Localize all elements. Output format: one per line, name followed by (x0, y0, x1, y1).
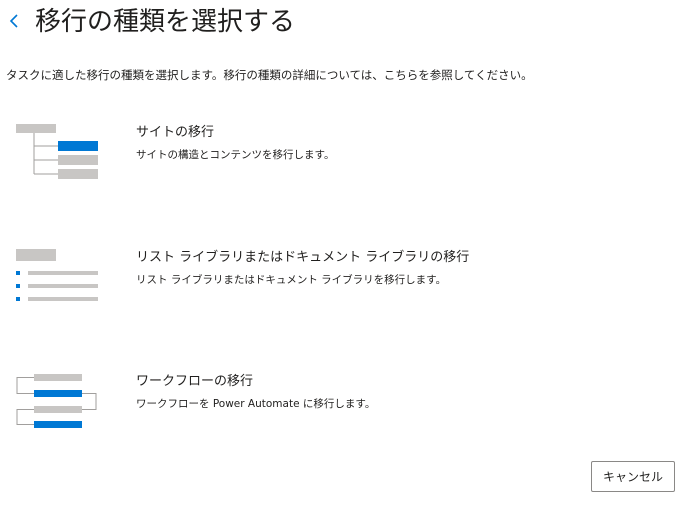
option-workflow-migration[interactable]: ワークフローの移行 ワークフローを Power Automate に移行します。 (14, 373, 614, 443)
chevron-left-icon (9, 14, 18, 28)
option-list-library-migration[interactable]: リスト ライブラリまたはドキュメント ライブラリの移行 リスト ライブラリまたは… (14, 249, 614, 319)
workflow-icon (16, 374, 97, 428)
page-description: タスクに適した移行の種類を選択します。移行の種類の詳細については、こちらを参照し… (6, 68, 533, 82)
option-title: サイトの移行 (136, 125, 215, 140)
site-structure-icon (16, 124, 98, 179)
page-title: 移行の種類を選択する (35, 7, 296, 37)
option-description: ワークフローを Power Automate に移行します。 (136, 398, 376, 410)
option-title: ワークフローの移行 (136, 374, 254, 389)
page-header: 移行の種類を選択する (0, 0, 693, 44)
option-description: リスト ライブラリまたはドキュメント ライブラリを移行します。 (136, 274, 447, 286)
back-button[interactable] (6, 8, 22, 34)
option-title: リスト ライブラリまたはドキュメント ライブラリの移行 (136, 250, 470, 265)
option-description: サイトの構造とコンテンツを移行します。 (136, 149, 335, 161)
cancel-button[interactable]: キャンセル (591, 461, 675, 492)
list-library-icon (16, 249, 98, 301)
option-site-migration[interactable]: サイトの移行 サイトの構造とコンテンツを移行します。 (14, 124, 614, 194)
